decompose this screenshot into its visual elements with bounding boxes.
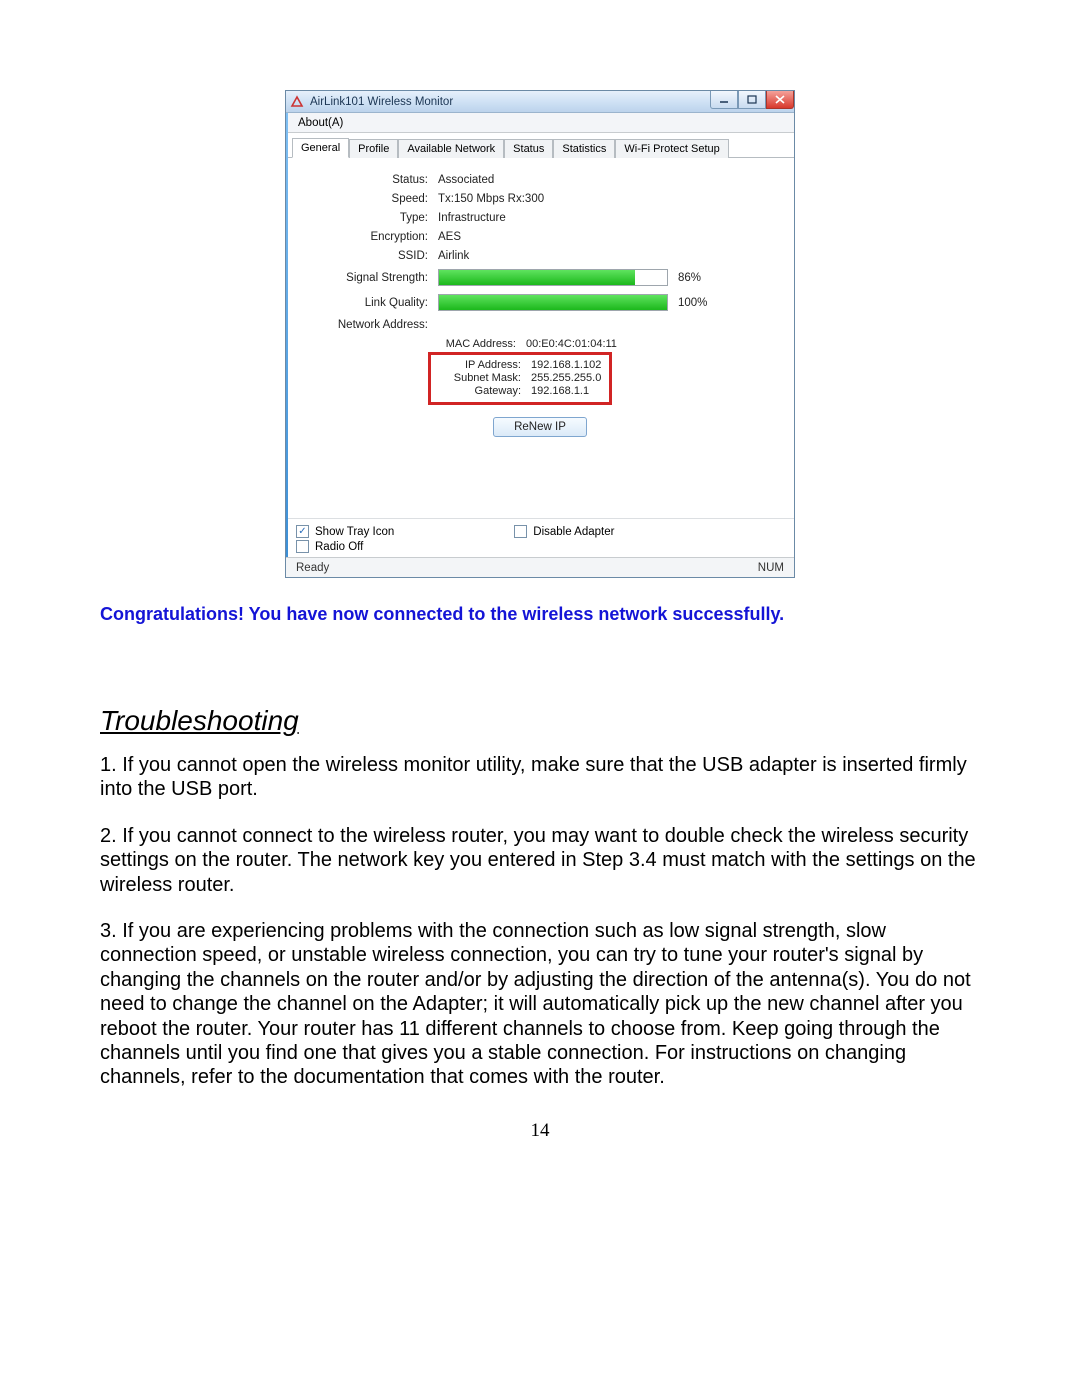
- titlebar[interactable]: AirLink101 Wireless Monitor: [286, 91, 794, 113]
- tab-available-network[interactable]: Available Network: [398, 139, 504, 158]
- disable-adapter-checkbox[interactable]: [514, 525, 527, 538]
- link-quality-percent: 100%: [678, 297, 707, 309]
- type-label: Type:: [300, 212, 432, 224]
- signal-strength-fill: [439, 270, 635, 285]
- tab-wifi-protect[interactable]: Wi-Fi Protect Setup: [615, 139, 728, 158]
- statusbar: Ready NUM: [286, 557, 794, 577]
- ip-label: IP Address:: [439, 359, 525, 371]
- status-value: Associated: [432, 174, 494, 186]
- troubleshooting-paragraph-2: 2. If you cannot connect to the wireless…: [100, 824, 980, 897]
- signal-strength-bar: [438, 269, 668, 286]
- statusbar-ready: Ready: [296, 562, 329, 574]
- ip-value: 192.168.1.102: [525, 359, 601, 371]
- congratulations-text: Congratulations! You have now connected …: [100, 604, 980, 625]
- show-tray-checkbox[interactable]: ✓: [296, 525, 309, 538]
- tab-statistics[interactable]: Statistics: [553, 139, 615, 158]
- page-number: 14: [100, 1120, 980, 1142]
- window-title: AirLink101 Wireless Monitor: [310, 96, 453, 108]
- tab-status[interactable]: Status: [504, 139, 553, 158]
- tab-general[interactable]: General: [292, 138, 349, 158]
- menu-about[interactable]: About(A): [292, 115, 349, 131]
- tab-profile[interactable]: Profile: [349, 139, 398, 158]
- link-quality-label: Link Quality:: [300, 297, 432, 309]
- renew-ip-button[interactable]: ReNew IP: [493, 417, 587, 437]
- disable-adapter-label: Disable Adapter: [533, 526, 614, 538]
- menubar: About(A): [286, 113, 794, 133]
- radio-off-checkbox[interactable]: [296, 540, 309, 553]
- window-buttons: [710, 91, 794, 109]
- general-panel: Status:Associated Speed:Tx:150 Mbps Rx:3…: [286, 158, 794, 518]
- troubleshooting-heading: Troubleshooting: [100, 705, 980, 737]
- radio-off-label: Radio Off: [315, 541, 363, 553]
- signal-strength-label: Signal Strength:: [300, 272, 432, 284]
- ssid-label: SSID:: [300, 250, 432, 262]
- tabstrip: General Profile Available Network Status…: [286, 133, 794, 158]
- type-value: Infrastructure: [432, 212, 506, 224]
- mac-value: 00:E0:4C:01:04:11: [520, 338, 617, 350]
- mac-label: MAC Address:: [428, 338, 520, 350]
- encryption-value: AES: [432, 231, 461, 243]
- app-icon: [290, 95, 304, 109]
- minimize-button[interactable]: [710, 91, 738, 109]
- app-window: AirLink101 Wireless Monitor About(A): [285, 90, 795, 578]
- gateway-value: 192.168.1.1: [525, 385, 589, 397]
- show-tray-label: Show Tray Icon: [315, 526, 394, 538]
- gateway-label: Gateway:: [439, 385, 525, 397]
- encryption-label: Encryption:: [300, 231, 432, 243]
- troubleshooting-paragraph-3: 3. If you are experiencing problems with…: [100, 919, 980, 1090]
- mask-value: 255.255.255.0: [525, 372, 601, 384]
- status-label: Status:: [300, 174, 432, 186]
- window-left-accent: [286, 113, 288, 557]
- speed-value: Tx:150 Mbps Rx:300: [432, 193, 544, 205]
- network-address-label: Network Address:: [300, 319, 432, 331]
- maximize-button[interactable]: [738, 91, 766, 109]
- link-quality-fill: [439, 295, 667, 310]
- signal-strength-percent: 86%: [678, 272, 701, 284]
- link-quality-bar: [438, 294, 668, 311]
- mask-label: Subnet Mask:: [439, 372, 525, 384]
- close-button[interactable]: [766, 91, 794, 109]
- troubleshooting-paragraph-1: 1. If you cannot open the wireless monit…: [100, 753, 980, 802]
- ssid-value: Airlink: [432, 250, 469, 262]
- bottom-options: ✓ Show Tray Icon Radio Off Disable Adapt…: [286, 518, 794, 557]
- speed-label: Speed:: [300, 193, 432, 205]
- ip-highlight-box: IP Address:192.168.1.102 Subnet Mask:255…: [428, 352, 612, 405]
- statusbar-num: NUM: [758, 562, 784, 574]
